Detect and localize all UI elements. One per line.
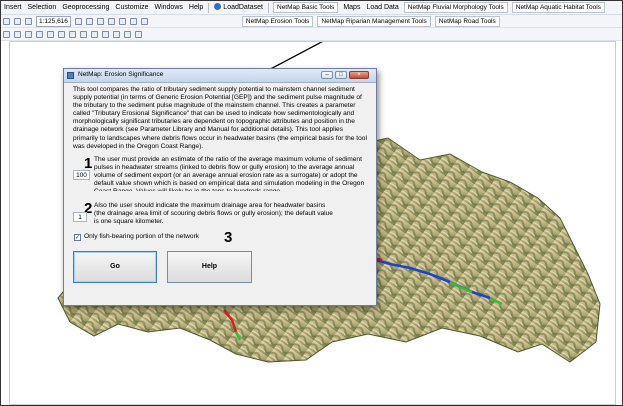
editor-icon[interactable]: [74, 17, 82, 25]
fish-bearing-checkbox[interactable]: ✓: [74, 234, 81, 241]
menu-geoprocessing[interactable]: Geoprocessing: [59, 1, 112, 14]
add-data-icon[interactable]: [25, 17, 32, 25]
erosion-tools-dropdown[interactable]: NetMap Erosion Tools: [241, 15, 314, 27]
redo-icon[interactable]: [14, 17, 21, 25]
maximize-button[interactable]: □: [335, 71, 347, 79]
road-tools-dropdown[interactable]: NetMap Road Tools: [434, 15, 500, 27]
step-3-marker: 3: [224, 229, 233, 246]
globe-icon[interactable]: [69, 30, 76, 38]
select-arrow-icon[interactable]: [47, 30, 54, 38]
html-popup-icon[interactable]: [135, 30, 142, 38]
step-2-text: Also the user should indicate the maximu…: [94, 202, 333, 225]
find-icon[interactable]: [102, 30, 109, 38]
maximize-icon: □: [339, 72, 343, 78]
step-1-text: The user must provide an estimate of the…: [94, 156, 365, 191]
toolbox-icon[interactable]: [118, 17, 126, 25]
measure-icon[interactable]: [91, 30, 98, 38]
menu-help[interactable]: Help: [186, 1, 206, 14]
fluvial-tools-dropdown[interactable]: NetMap Fluvial Morphology Tools: [403, 2, 508, 13]
close-icon: ×: [357, 72, 361, 78]
erosion-significance-dialog: NetMap: Erosion Significance – □ × This …: [63, 68, 377, 306]
menu-separator: [208, 2, 210, 13]
dialog-title-bar[interactable]: NetMap: Erosion Significance – □ ×: [64, 69, 376, 83]
menu-selection[interactable]: Selection: [25, 1, 60, 14]
load-data-menu[interactable]: Load Data: [363, 1, 401, 14]
load-dataset-button[interactable]: LoadDataset: [211, 1, 266, 14]
menu-bar: Insert Selection Geoprocessing Customize…: [1, 1, 622, 15]
time-slider-icon[interactable]: [124, 30, 131, 38]
go-button[interactable]: Go: [73, 251, 157, 283]
standard-toolbar: 1:125,616 NetMap Erosion Tools NetMap Ri…: [1, 15, 622, 28]
full-extent-icon[interactable]: [36, 30, 43, 38]
zoom-in-icon[interactable]: [3, 30, 10, 38]
undo-icon[interactable]: [3, 17, 10, 25]
minimize-button[interactable]: –: [321, 71, 333, 79]
hyperlink-icon[interactable]: [80, 30, 87, 38]
globe-icon: [214, 3, 222, 10]
aquatic-tools-dropdown[interactable]: NetMap Aquatic Habitat Tools: [511, 2, 605, 13]
app-icon: [67, 72, 74, 79]
maps-menu[interactable]: Maps: [340, 1, 363, 14]
map-scale-combo[interactable]: 1:125,616: [36, 15, 71, 27]
python-icon[interactable]: [129, 17, 137, 25]
help-button[interactable]: Help: [167, 251, 252, 283]
menu-windows[interactable]: Windows: [151, 1, 185, 14]
app-window: Insert Selection Geoprocessing Customize…: [0, 0, 623, 406]
tools-toolbar: [1, 28, 622, 41]
riparian-tools-dropdown[interactable]: NetMap Riparian Management Tools: [317, 15, 431, 27]
drainage-area-input[interactable]: 1: [73, 212, 87, 222]
table-icon[interactable]: [85, 17, 93, 25]
binoculars-icon[interactable]: [113, 30, 120, 38]
load-dataset-label: LoadDataset: [223, 4, 263, 11]
menu-customize[interactable]: Customize: [112, 1, 151, 14]
menu-insert[interactable]: Insert: [1, 1, 25, 14]
search-icon[interactable]: [107, 17, 115, 25]
model-builder-icon[interactable]: [140, 17, 148, 25]
tool-description: This tool compares the ratio of tributar…: [73, 86, 367, 150]
pulse-ratio-input[interactable]: 100: [73, 170, 90, 180]
menu-separator: [268, 2, 269, 13]
minimize-icon: –: [325, 72, 329, 78]
close-button[interactable]: ×: [349, 71, 369, 79]
pan-icon[interactable]: [25, 30, 32, 38]
dialog-title: NetMap: Erosion Significance: [78, 71, 164, 78]
basic-tools-dropdown[interactable]: NetMap Basic Tools: [273, 2, 339, 13]
identify-icon[interactable]: [58, 30, 65, 38]
zoom-out-icon[interactable]: [14, 30, 21, 38]
fish-bearing-label: Only fish-bearing portion of the network: [84, 233, 200, 240]
catalog-icon[interactable]: [96, 17, 104, 25]
